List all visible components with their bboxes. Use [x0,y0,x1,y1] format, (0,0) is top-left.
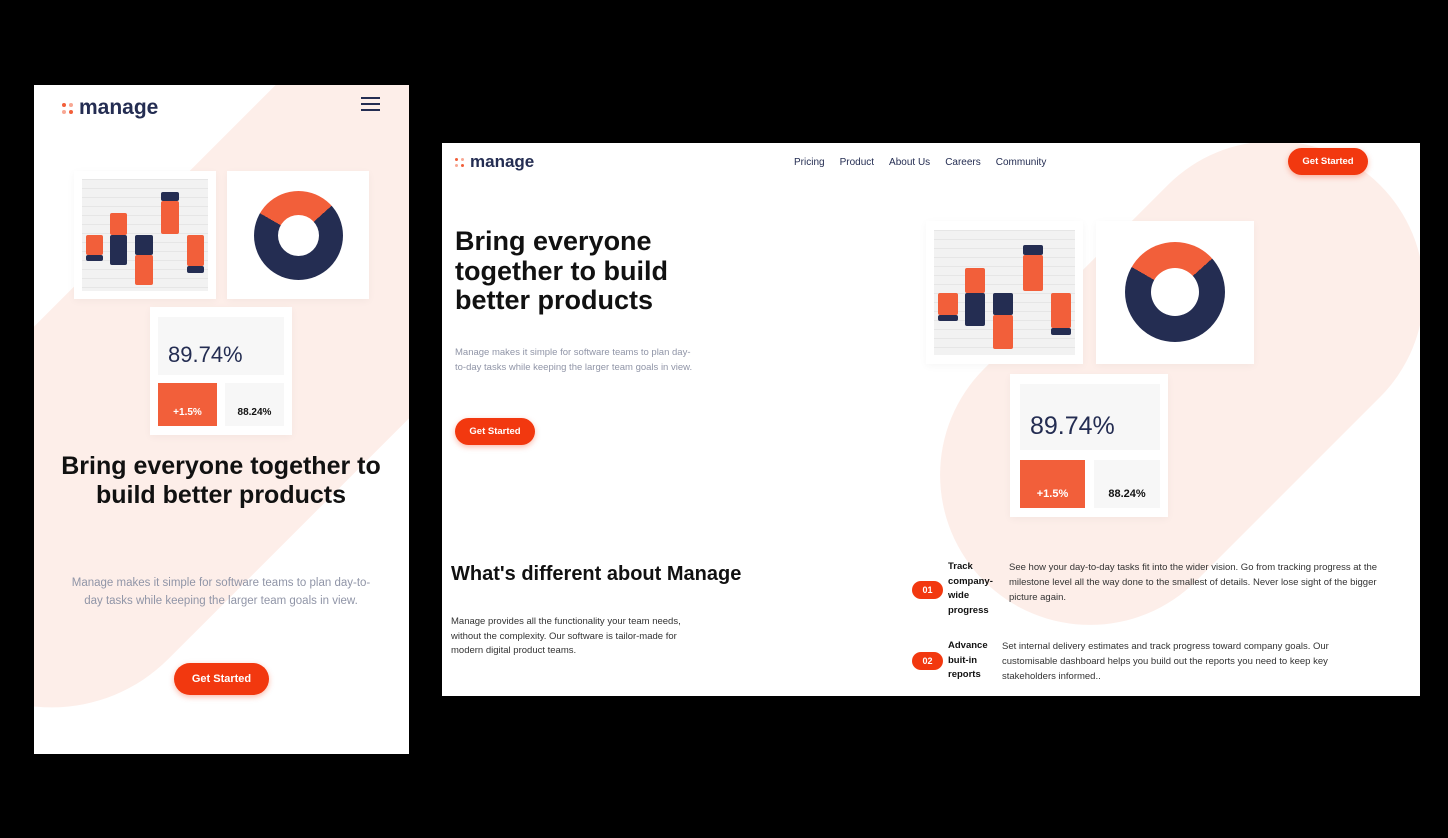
bar-segment [85,235,104,256]
hamburger-icon[interactable] [361,97,380,111]
nav-careers[interactable]: Careers [945,157,981,168]
nav-about-us[interactable]: About Us [889,157,930,168]
bar-segment [85,255,104,261]
donut-card [227,171,369,299]
stats-card: 89.74% +1.5% 88.24% [150,307,292,435]
hero-subtitle: Manage makes it simple for software team… [455,347,693,373]
small-stat-value: 88.24% [237,407,272,418]
mobile-preview: manage 89.74% +1.5% 88.24% Bring everyon… [34,85,409,754]
bar-segment [161,192,179,202]
bar-segment [161,201,179,234]
bar-chart [934,230,1075,355]
bar-segment [109,212,128,235]
feature-title: Track company-wide progress [948,561,993,617]
bar-segment [993,292,1013,315]
bar-segment [938,315,958,322]
big-stat-value: 89.74% [168,342,243,367]
header-get-started-button[interactable]: Get Started [1288,148,1368,175]
change-stat-value: +1.5% [1036,488,1069,500]
hero-get-started-button[interactable]: Get Started [455,418,535,445]
nav-product[interactable]: Product [840,157,874,168]
section-text: Manage provides all the functionality yo… [451,616,681,657]
bar-segment [1051,327,1071,335]
feature-number-badge: 01 [912,581,943,599]
logo-text: manage [79,96,159,119]
small-stat-value: 88.24% [1108,488,1146,500]
bar-segment [186,235,205,267]
main-nav: Pricing Product About Us Careers Communi… [794,157,1046,168]
feature-title: Advance buit-in reports [948,640,988,681]
change-stat-value: +1.5% [173,407,202,418]
logo-text: manage [470,152,535,171]
bar-segment [965,267,985,293]
bar-segment [109,235,128,266]
small-stat: 88.24% [225,383,284,426]
bar-segment [134,235,153,256]
hero-subtitle: Manage makes it simple for software team… [71,577,371,607]
bar-chart-card [926,221,1083,364]
bar-chart [82,179,208,291]
bar-segment [1022,245,1043,255]
donut-center [278,215,319,256]
logo[interactable]: manage [455,152,534,172]
feature-text: Set internal delivery estimates and trac… [1002,641,1329,683]
feature-number-badge: 02 [912,652,943,670]
bar-segment [965,292,985,327]
hero-title: Bring everyone together to build better … [61,452,381,510]
big-stat: 89.74% [1020,384,1160,450]
small-stat: 88.24% [1094,460,1160,508]
bar-segment [993,315,1013,349]
change-stat: +1.5% [1020,460,1085,508]
bar-segment [1022,255,1043,292]
bar-chart-card [74,171,216,299]
donut-card [1096,221,1254,364]
desktop-preview: manage Pricing Product About Us Careers … [442,143,1420,696]
section-title: What's different about Manage [451,563,742,585]
donut-center [1151,268,1199,316]
nav-community[interactable]: Community [996,157,1047,168]
nav-pricing[interactable]: Pricing [794,157,825,168]
big-stat-value: 89.74% [1030,412,1115,440]
hero-title: Bring everyone together to build better … [455,226,668,316]
bar-segment [1051,292,1071,328]
logo-mark-icon [62,102,73,114]
big-stat: 89.74% [158,317,284,375]
change-stat: +1.5% [158,383,217,426]
get-started-button[interactable]: Get Started [174,663,269,695]
logo[interactable]: manage [62,96,158,120]
logo-mark-icon [455,157,464,167]
feature-text: See how your day-to-day tasks fit into t… [1009,562,1378,604]
bar-segment [134,255,153,286]
bar-segment [186,266,205,274]
stats-card: 89.74% +1.5% 88.24% [1010,374,1168,517]
bar-segment [938,292,958,315]
